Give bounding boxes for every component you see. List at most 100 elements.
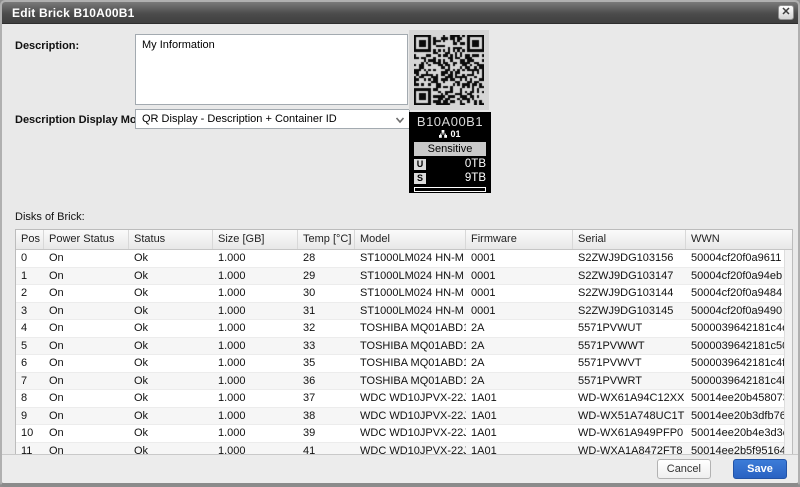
table-cell: S2ZWJ9DG103145 xyxy=(573,305,686,317)
table-row[interactable]: 9OnOk1.00038WDC WD10JPVX-22J ATA1A01WD-W… xyxy=(16,408,792,426)
edit-brick-dialog: Edit Brick B10A00B1 ✕ Description: My In… xyxy=(0,0,800,487)
table-cell: Ok xyxy=(129,410,213,422)
table-row[interactable]: 1OnOk1.00029ST1000LM024 HN-M ATA0001S2ZW… xyxy=(16,268,792,286)
table-cell: WD-WX51A748UC1T xyxy=(573,410,686,422)
column-header-label: Power Status xyxy=(49,233,114,245)
description-input[interactable]: My Information xyxy=(135,34,408,105)
table-cell: 50004cf20f0a9611 xyxy=(686,252,784,264)
table-cell: 50004cf20f0a94eb xyxy=(686,270,784,282)
table-cell: Ok xyxy=(129,270,213,282)
dialog-titlebar[interactable]: Edit Brick B10A00B1 ✕ xyxy=(2,2,798,24)
display-mode-value: QR Display - Description + Container ID xyxy=(142,113,337,125)
table-cell: TOSHIBA MQ01ABD1 ATA xyxy=(355,340,466,352)
table-cell: Ok xyxy=(129,305,213,317)
description-display-mode-select[interactable]: QR Display - Description + Container ID xyxy=(135,109,410,129)
column-header-temp-c[interactable]: Temp [°C] xyxy=(298,230,355,249)
table-cell: 2A xyxy=(466,322,573,334)
table-row[interactable]: 5OnOk1.00033TOSHIBA MQ01ABD1 ATA2A5571PV… xyxy=(16,338,792,356)
column-header-label: Firmware xyxy=(471,233,517,245)
column-header-label: Pos xyxy=(21,233,40,245)
table-cell: 39 xyxy=(298,427,355,439)
table-cell: 33 xyxy=(298,340,355,352)
table-cell: Ok xyxy=(129,357,213,369)
table-scrollbar[interactable] xyxy=(784,250,792,459)
table-cell: 5571PVWUT xyxy=(573,322,686,334)
chevron-down-icon xyxy=(394,114,406,126)
table-row[interactable]: 0OnOk1.00028ST1000LM024 HN-M ATA0001S2ZW… xyxy=(16,250,792,268)
table-cell: On xyxy=(44,375,129,387)
table-cell: 1.000 xyxy=(213,357,298,369)
table-cell: 9 xyxy=(16,410,44,422)
table-cell: Ok xyxy=(129,252,213,264)
table-cell: ST1000LM024 HN-M ATA xyxy=(355,270,466,282)
column-header-label: Temp [°C] xyxy=(303,233,351,245)
table-cell: WDC WD10JPVX-22J ATA xyxy=(355,410,466,422)
table-cell: 5000039642181c50 xyxy=(686,340,784,352)
capacity-key-badge: S xyxy=(414,173,426,184)
table-cell: On xyxy=(44,392,129,404)
table-cell: 36 xyxy=(298,375,355,387)
table-row[interactable]: 4OnOk1.00032TOSHIBA MQ01ABD1 ATA2A5571PV… xyxy=(16,320,792,338)
table-cell: On xyxy=(44,270,129,282)
table-row[interactable]: 8OnOk1.00037WDC WD10JPVX-22J ATA1A01WD-W… xyxy=(16,390,792,408)
table-cell: 5000039642181c4e xyxy=(686,322,784,334)
table-cell: 31 xyxy=(298,305,355,317)
table-cell: On xyxy=(44,410,129,422)
table-cell: 1.000 xyxy=(213,375,298,387)
capacity-progress-bar xyxy=(414,187,486,192)
column-header-model[interactable]: Model xyxy=(355,230,466,249)
save-button[interactable]: Save xyxy=(733,459,787,479)
table-cell: 37 xyxy=(298,392,355,404)
table-cell: 1.000 xyxy=(213,410,298,422)
table-cell: 38 xyxy=(298,410,355,422)
table-cell: On xyxy=(44,427,129,439)
capacity-row-usable: U 0TB xyxy=(414,158,486,170)
table-row[interactable]: 7OnOk1.00036TOSHIBA MQ01ABD1 ATA2A5571PV… xyxy=(16,373,792,391)
close-icon[interactable]: ✕ xyxy=(778,5,794,20)
column-header-pos[interactable]: Pos▲ xyxy=(16,230,44,249)
table-row[interactable]: 3OnOk1.00031ST1000LM024 HN-M ATA0001S2ZW… xyxy=(16,303,792,321)
column-header-serial[interactable]: Serial xyxy=(573,230,686,249)
column-header-label: Model xyxy=(360,233,390,245)
column-header-wwn[interactable]: WWN xyxy=(686,230,784,249)
table-cell: Ok xyxy=(129,392,213,404)
table-cell: S2ZWJ9DG103147 xyxy=(573,270,686,282)
table-cell: 1.000 xyxy=(213,427,298,439)
table-cell: Ok xyxy=(129,427,213,439)
table-cell: On xyxy=(44,287,129,299)
table-cell: 0001 xyxy=(466,305,573,317)
disk-table-body: 0OnOk1.00028ST1000LM024 HN-M ATA0001S2ZW… xyxy=(16,250,792,459)
table-cell: 30 xyxy=(298,287,355,299)
column-header-label: Status xyxy=(134,233,165,245)
table-cell: WD-WX61A94C12XX xyxy=(573,392,686,404)
table-row[interactable]: 10OnOk1.00039WDC WD10JPVX-22J ATA1A01WD-… xyxy=(16,425,792,443)
table-cell: 4 xyxy=(16,322,44,334)
column-header-firmware[interactable]: Firmware xyxy=(466,230,573,249)
table-cell: On xyxy=(44,322,129,334)
table-row[interactable]: 2OnOk1.00030ST1000LM024 HN-M ATA0001S2ZW… xyxy=(16,285,792,303)
column-header-power-status[interactable]: Power Status xyxy=(44,230,129,249)
table-cell: 50014ee20b458073 xyxy=(686,392,784,404)
table-cell: 10 xyxy=(16,427,44,439)
table-row[interactable]: 6OnOk1.00035TOSHIBA MQ01ABD1 ATA2A5571PV… xyxy=(16,355,792,373)
table-cell: 2A xyxy=(466,375,573,387)
table-cell: 2A xyxy=(466,357,573,369)
table-cell: 32 xyxy=(298,322,355,334)
table-cell: S2ZWJ9DG103156 xyxy=(573,252,686,264)
capacity-key-badge: U xyxy=(414,159,426,170)
table-cell: 28 xyxy=(298,252,355,264)
table-cell: 1.000 xyxy=(213,340,298,352)
brick-label-preview: B10A00B1 01 Sensitive U 0TB S 9TB xyxy=(409,112,491,193)
cancel-button[interactable]: Cancel xyxy=(657,459,711,479)
table-cell: TOSHIBA MQ01ABD1 ATA xyxy=(355,375,466,387)
column-header-status[interactable]: Status xyxy=(129,230,213,249)
table-cell: 8 xyxy=(16,392,44,404)
column-header-size-gb[interactable]: Size [GB] xyxy=(213,230,298,249)
table-cell: 1A01 xyxy=(466,427,573,439)
disks-section-label: Disks of Brick: xyxy=(15,211,85,223)
column-header-label: WWN xyxy=(691,233,720,245)
table-cell: On xyxy=(44,305,129,317)
table-cell: 50014ee20b4e3d3c xyxy=(686,427,784,439)
table-cell: 1.000 xyxy=(213,287,298,299)
table-cell: ST1000LM024 HN-M ATA xyxy=(355,252,466,264)
